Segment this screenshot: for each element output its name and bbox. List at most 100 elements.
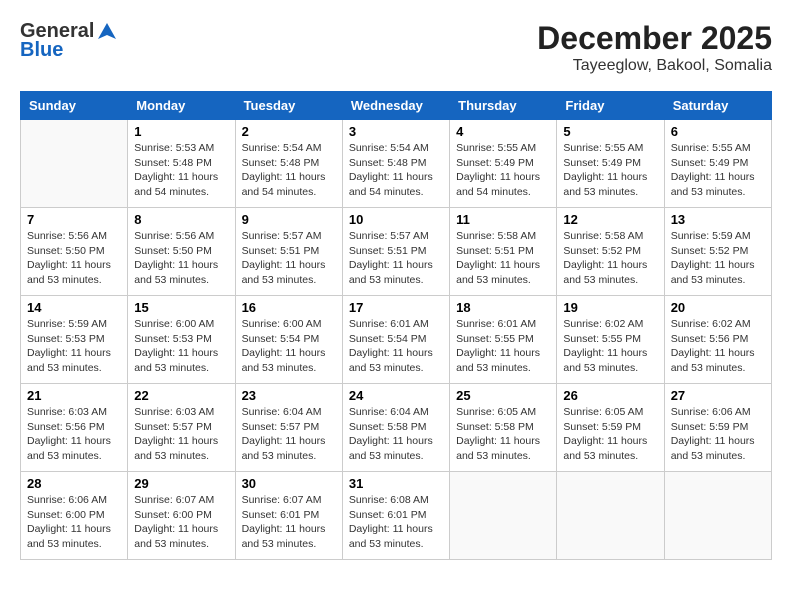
calendar-cell: 4 Sunrise: 5:55 AM Sunset: 5:49 PM Daylig…	[450, 120, 557, 208]
calendar-week-row: 7 Sunrise: 5:56 AM Sunset: 5:50 PM Daylig…	[21, 208, 772, 296]
day-number: 3	[349, 124, 443, 139]
title-area: December 2025 Tayeeglow, Bakool, Somalia	[537, 20, 772, 75]
calendar-cell: 18 Sunrise: 6:01 AM Sunset: 5:55 PM Dayli…	[450, 296, 557, 384]
calendar-cell: 1 Sunrise: 5:53 AM Sunset: 5:48 PM Daylig…	[128, 120, 235, 208]
calendar-cell: 2 Sunrise: 5:54 AM Sunset: 5:48 PM Daylig…	[235, 120, 342, 208]
day-number: 7	[27, 212, 121, 227]
calendar-cell: 29 Sunrise: 6:07 AM Sunset: 6:00 PM Dayli…	[128, 472, 235, 560]
calendar-cell: 23Sunrise: 6:04 AM Sunset: 5:57 PM Dayli…	[235, 384, 342, 472]
calendar-cell: 12 Sunrise: 5:58 AM Sunset: 5:52 PM Dayli…	[557, 208, 664, 296]
day-info: Sunrise: 6:01 AM Sunset: 5:54 PM Dayligh…	[349, 317, 443, 376]
calendar-cell: 31 Sunrise: 6:08 AM Sunset: 6:01 PM Dayli…	[342, 472, 449, 560]
day-info: Sunrise: 5:56 AM Sunset: 5:50 PM Dayligh…	[134, 229, 228, 288]
day-info: Sunrise: 5:57 AM Sunset: 5:51 PM Dayligh…	[242, 229, 336, 288]
day-info: Sunrise: 6:04 AM Sunset: 5:58 PM Dayligh…	[349, 405, 443, 464]
day-number: 9	[242, 212, 336, 227]
day-number: 31	[349, 476, 443, 491]
day-info: Sunrise: 6:05 AM Sunset: 5:58 PM Dayligh…	[456, 405, 550, 464]
calendar-cell: 20 Sunrise: 6:02 AM Sunset: 5:56 PM Dayli…	[664, 296, 771, 384]
day-info: Sunrise: 5:53 AM Sunset: 5:48 PM Dayligh…	[134, 141, 228, 200]
calendar-cell: 15Sunrise: 6:00 AM Sunset: 5:53 PM Dayli…	[128, 296, 235, 384]
calendar-cell: 14 Sunrise: 5:59 AM Sunset: 5:53 PM Dayli…	[21, 296, 128, 384]
day-info: Sunrise: 5:55 AM Sunset: 5:49 PM Dayligh…	[671, 141, 765, 200]
day-number: 14	[27, 300, 121, 315]
day-info: Sunrise: 5:54 AM Sunset: 5:48 PM Dayligh…	[242, 141, 336, 200]
day-info: Sunrise: 6:03 AM Sunset: 5:57 PM Dayligh…	[134, 405, 228, 464]
calendar-cell	[21, 120, 128, 208]
day-info: Sunrise: 6:02 AM Sunset: 5:56 PM Dayligh…	[671, 317, 765, 376]
day-number: 8	[134, 212, 228, 227]
calendar-cell	[557, 472, 664, 560]
day-number: 25	[456, 388, 550, 403]
calendar-cell: 19 Sunrise: 6:02 AM Sunset: 5:55 PM Dayli…	[557, 296, 664, 384]
calendar-cell: 11Sunrise: 5:58 AM Sunset: 5:51 PM Dayli…	[450, 208, 557, 296]
location-title: Tayeeglow, Bakool, Somalia	[537, 57, 772, 75]
day-number: 13	[671, 212, 765, 227]
day-info: Sunrise: 5:54 AM Sunset: 5:48 PM Dayligh…	[349, 141, 443, 200]
calendar-cell: 10 Sunrise: 5:57 AM Sunset: 5:51 PM Dayli…	[342, 208, 449, 296]
day-info: Sunrise: 5:56 AM Sunset: 5:50 PM Dayligh…	[27, 229, 121, 288]
day-number: 16	[242, 300, 336, 315]
logo-bird-icon	[96, 21, 118, 43]
calendar-cell: 7 Sunrise: 5:56 AM Sunset: 5:50 PM Daylig…	[21, 208, 128, 296]
calendar-cell: 6 Sunrise: 5:55 AM Sunset: 5:49 PM Daylig…	[664, 120, 771, 208]
day-number: 20	[671, 300, 765, 315]
col-header-sunday: Sunday	[21, 92, 128, 120]
day-info: Sunrise: 6:06 AM Sunset: 6:00 PM Dayligh…	[27, 493, 121, 552]
calendar-cell: 30Sunrise: 6:07 AM Sunset: 6:01 PM Dayli…	[235, 472, 342, 560]
day-number: 27	[671, 388, 765, 403]
day-info: Sunrise: 6:03 AM Sunset: 5:56 PM Dayligh…	[27, 405, 121, 464]
day-info: Sunrise: 6:01 AM Sunset: 5:55 PM Dayligh…	[456, 317, 550, 376]
day-number: 10	[349, 212, 443, 227]
day-number: 26	[563, 388, 657, 403]
col-header-tuesday: Tuesday	[235, 92, 342, 120]
col-header-thursday: Thursday	[450, 92, 557, 120]
day-number: 24	[349, 388, 443, 403]
day-number: 11	[456, 212, 550, 227]
day-info: Sunrise: 5:55 AM Sunset: 5:49 PM Dayligh…	[456, 141, 550, 200]
day-number: 6	[671, 124, 765, 139]
day-number: 15	[134, 300, 228, 315]
calendar-cell	[664, 472, 771, 560]
calendar-cell: 5Sunrise: 5:55 AM Sunset: 5:49 PM Daylig…	[557, 120, 664, 208]
day-info: Sunrise: 6:00 AM Sunset: 5:54 PM Dayligh…	[242, 317, 336, 376]
day-number: 18	[456, 300, 550, 315]
calendar-cell: 28Sunrise: 6:06 AM Sunset: 6:00 PM Dayli…	[21, 472, 128, 560]
col-header-saturday: Saturday	[664, 92, 771, 120]
day-number: 21	[27, 388, 121, 403]
calendar-cell: 16 Sunrise: 6:00 AM Sunset: 5:54 PM Dayli…	[235, 296, 342, 384]
calendar-cell: 27 Sunrise: 6:06 AM Sunset: 5:59 PM Dayli…	[664, 384, 771, 472]
calendar-cell: 17 Sunrise: 6:01 AM Sunset: 5:54 PM Dayli…	[342, 296, 449, 384]
month-title: December 2025	[537, 20, 772, 57]
day-info: Sunrise: 6:08 AM Sunset: 6:01 PM Dayligh…	[349, 493, 443, 552]
day-info: Sunrise: 6:02 AM Sunset: 5:55 PM Dayligh…	[563, 317, 657, 376]
day-info: Sunrise: 5:59 AM Sunset: 5:53 PM Dayligh…	[27, 317, 121, 376]
calendar-cell: 21 Sunrise: 6:03 AM Sunset: 5:56 PM Dayli…	[21, 384, 128, 472]
day-number: 22	[134, 388, 228, 403]
header: General Blue December 2025 Tayeeglow, Ba…	[20, 20, 772, 75]
day-info: Sunrise: 5:55 AM Sunset: 5:49 PM Dayligh…	[563, 141, 657, 200]
day-number: 17	[349, 300, 443, 315]
calendar-header-row: SundayMondayTuesdayWednesdayThursdayFrid…	[21, 92, 772, 120]
day-info: Sunrise: 6:06 AM Sunset: 5:59 PM Dayligh…	[671, 405, 765, 464]
day-number: 1	[134, 124, 228, 139]
calendar-cell: 8 Sunrise: 5:56 AM Sunset: 5:50 PM Daylig…	[128, 208, 235, 296]
day-number: 29	[134, 476, 228, 491]
day-number: 4	[456, 124, 550, 139]
calendar-week-row: 1 Sunrise: 5:53 AM Sunset: 5:48 PM Daylig…	[21, 120, 772, 208]
day-info: Sunrise: 5:58 AM Sunset: 5:52 PM Dayligh…	[563, 229, 657, 288]
calendar: SundayMondayTuesdayWednesdayThursdayFrid…	[20, 91, 772, 560]
calendar-cell: 26 Sunrise: 6:05 AM Sunset: 5:59 PM Dayli…	[557, 384, 664, 472]
day-info: Sunrise: 6:05 AM Sunset: 5:59 PM Dayligh…	[563, 405, 657, 464]
calendar-cell: 13Sunrise: 5:59 AM Sunset: 5:52 PM Dayli…	[664, 208, 771, 296]
day-info: Sunrise: 6:07 AM Sunset: 6:00 PM Dayligh…	[134, 493, 228, 552]
day-number: 12	[563, 212, 657, 227]
col-header-wednesday: Wednesday	[342, 92, 449, 120]
calendar-cell	[450, 472, 557, 560]
logo: General Blue	[20, 20, 118, 62]
calendar-week-row: 28Sunrise: 6:06 AM Sunset: 6:00 PM Dayli…	[21, 472, 772, 560]
day-number: 19	[563, 300, 657, 315]
day-number: 2	[242, 124, 336, 139]
calendar-cell: 9 Sunrise: 5:57 AM Sunset: 5:51 PM Daylig…	[235, 208, 342, 296]
day-info: Sunrise: 5:57 AM Sunset: 5:51 PM Dayligh…	[349, 229, 443, 288]
